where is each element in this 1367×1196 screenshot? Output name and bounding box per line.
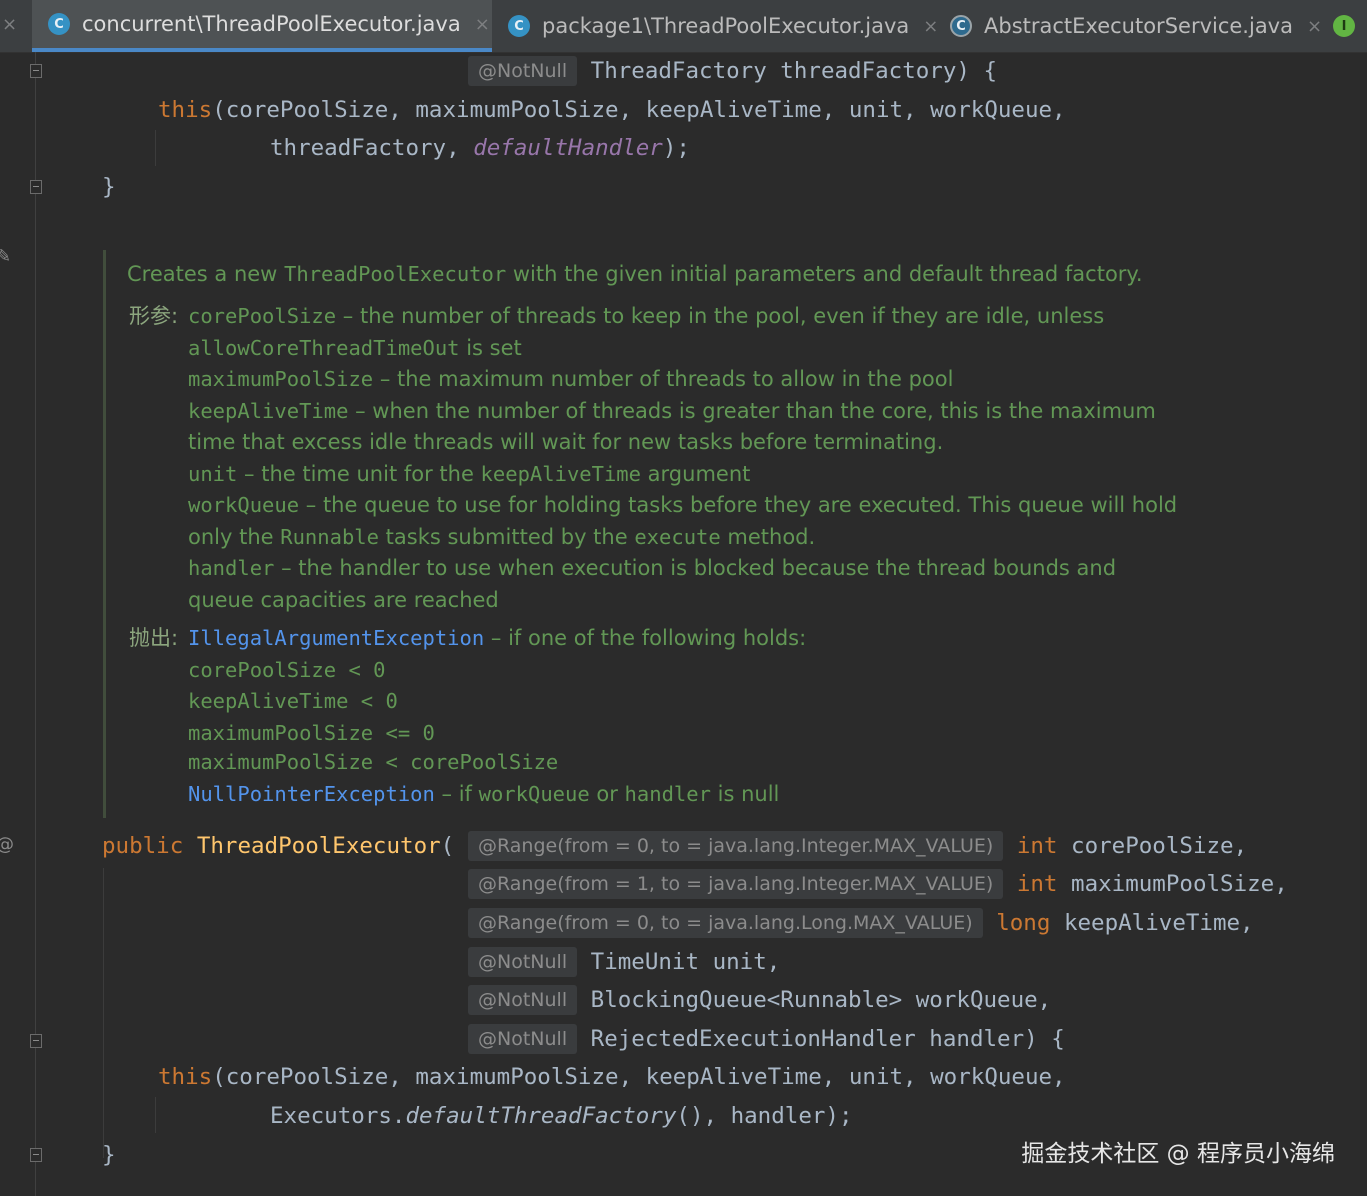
code-line[interactable]: @NotNull BlockingQueue<Runnable> workQue… (468, 985, 1051, 1015)
code-line[interactable]: public ThreadPoolExecutor( (102, 831, 454, 861)
code-line[interactable]: } (102, 1140, 116, 1170)
abstract-class-icon: C (950, 15, 972, 37)
tab-concurrent-threadpoolexecutor[interactable]: C concurrent\ThreadPoolExecutor.java × (32, 0, 492, 52)
code-line[interactable]: @NotNull TimeUnit unit, (468, 947, 780, 977)
annotation-gutter-icon[interactable]: @ (0, 834, 14, 855)
doc-param: only the Runnable tasks submitted by the… (188, 525, 816, 549)
close-icon[interactable]: × (475, 14, 490, 35)
code-line[interactable]: @Range(from = 0, to = java.lang.Long.MAX… (468, 908, 1254, 938)
doc-throws: keepAliveTime < 0 (188, 689, 398, 713)
doc-param: keepAliveTime – when the number of threa… (188, 399, 1156, 423)
class-icon: C (48, 13, 70, 35)
doc-param: unit – the time unit for the keepAliveTi… (188, 462, 751, 486)
doc-param: corePoolSize – the number of threads to … (188, 304, 1105, 328)
inlay-annotation: @NotNull (468, 56, 578, 86)
fold-marker-icon[interactable] (30, 1148, 42, 1162)
doc-throws: maximumPoolSize <= 0 (188, 721, 435, 745)
inlay-annotation: @Range(from = 0, to = java.lang.Integer.… (468, 831, 1004, 861)
interface-icon: I (1333, 15, 1355, 37)
tab-package1-threadpoolexecutor[interactable]: C package1\ThreadPoolExecutor.java × (494, 0, 938, 52)
code-line[interactable]: threadFactory, defaultHandler); (270, 133, 690, 163)
fold-marker-icon[interactable] (30, 1034, 42, 1048)
doc-param: time that excess idle threads will wait … (188, 430, 944, 454)
class-icon: C (508, 15, 530, 37)
constructor-name: ThreadPoolExecutor (196, 833, 441, 859)
doc-throws: IllegalArgumentException – if one of the… (188, 626, 807, 650)
tab-label: AbstractExecutorService.java (984, 14, 1293, 38)
close-icon[interactable]: × (1307, 16, 1322, 37)
doc-throws: maximumPoolSize < corePoolSize (188, 750, 559, 774)
doc-params-label: 形参: (129, 304, 179, 328)
doc-param: handler – the handler to use when execut… (188, 556, 1117, 580)
editor-tab-bar: × C concurrent\ThreadPoolExecutor.java ×… (0, 0, 1367, 53)
code-line[interactable]: @Range(from = 0, to = java.lang.Integer.… (468, 831, 1247, 861)
doc-border (103, 250, 106, 818)
fold-marker-icon[interactable] (30, 180, 42, 194)
code-line[interactable]: Executors.defaultThreadFactory(), handle… (270, 1101, 853, 1131)
doc-param: queue capacities are reached (188, 588, 499, 612)
doc-summary: Creates a new ThreadPoolExecutor with th… (127, 262, 1143, 286)
inlay-annotation: @Range(from = 0, to = java.lang.Long.MAX… (468, 908, 983, 938)
close-icon[interactable]: × (2, 14, 17, 35)
edit-doc-icon[interactable]: ✎ (0, 246, 11, 267)
inlay-annotation: @NotNull (468, 947, 578, 977)
inlay-annotation: @NotNull (468, 1024, 578, 1054)
inlay-annotation: @NotNull (468, 985, 578, 1015)
doc-throws: corePoolSize < 0 (188, 658, 386, 682)
doc-param: workQueue – the queue to use for holding… (188, 493, 1178, 517)
tab-abstractexecutorservice[interactable]: C AbstractExecutorService.java × (936, 0, 1322, 52)
code-line[interactable]: this(corePoolSize, maximumPoolSize, keep… (158, 1062, 1066, 1092)
indent-guide (103, 868, 104, 1158)
doc-param: maximumPoolSize – the maximum number of … (188, 367, 954, 391)
tab-label: package1\ThreadPoolExecutor.java (542, 14, 910, 38)
indent-guide (155, 1097, 156, 1133)
tab-interface[interactable]: I (1321, 0, 1367, 52)
code-line[interactable]: } (102, 172, 116, 202)
doc-throws: NullPointerException – if workQueue or h… (188, 782, 780, 806)
tab-label: concurrent\ThreadPoolExecutor.java (82, 12, 461, 36)
code-line[interactable]: this(corePoolSize, maximumPoolSize, keep… (158, 95, 1066, 125)
exception-link[interactable]: NullPointerException (188, 782, 435, 806)
gutter-divider (35, 52, 36, 1196)
doc-throws-label: 抛出: (129, 626, 179, 650)
fold-marker-icon[interactable] (30, 64, 42, 78)
watermark: 掘金技术社区 @ 程序员小海绵 (1021, 1141, 1335, 1167)
doc-param: allowCoreThreadTimeOut is set (188, 336, 522, 360)
indent-guide (155, 130, 156, 166)
code-line[interactable]: @NotNull RejectedExecutionHandler handle… (468, 1024, 1065, 1054)
inlay-annotation: @Range(from = 1, to = java.lang.Integer.… (468, 869, 1004, 899)
code-line[interactable]: @Range(from = 1, to = java.lang.Integer.… (468, 869, 1288, 899)
code-line[interactable]: @NotNull ThreadFactory threadFactory) { (468, 56, 997, 86)
exception-link[interactable]: IllegalArgumentException (188, 626, 484, 650)
